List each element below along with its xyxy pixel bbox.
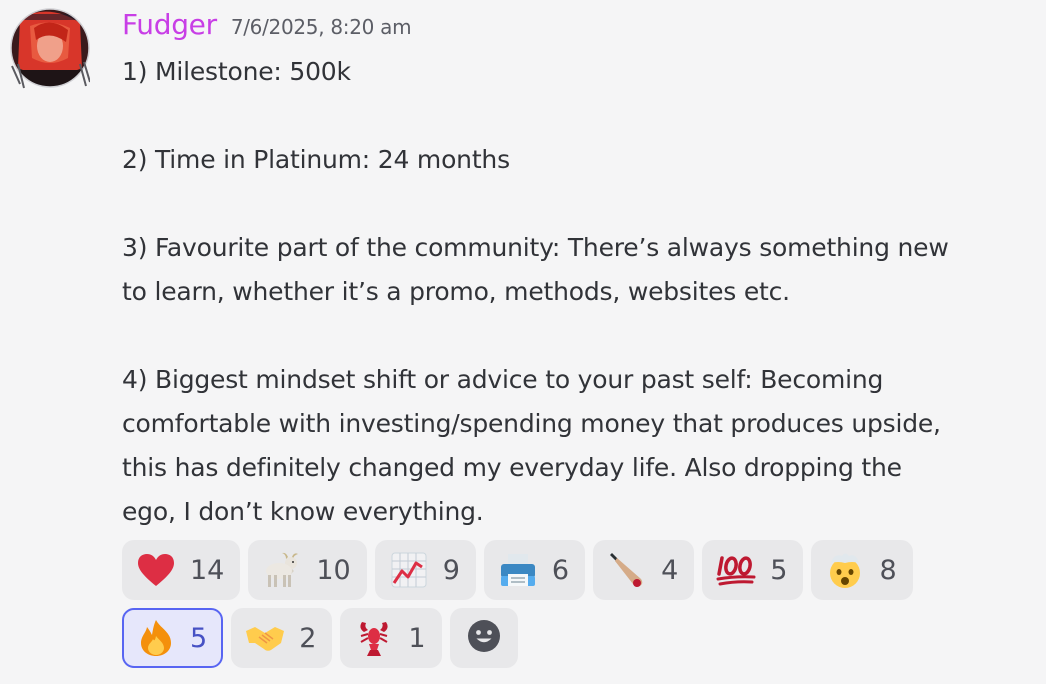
message-line: this has definitely changed my everyday … [122, 453, 902, 482]
reaction-count: 5 [770, 554, 788, 586]
avatar-image [10, 8, 91, 89]
reaction-hundred[interactable]: 5 [702, 540, 804, 600]
add-reaction-button[interactable] [449, 608, 518, 668]
message-line: to learn, whether it’s a promo, methods,… [122, 277, 790, 306]
message-line: ego, I don’t know everything. [122, 497, 484, 526]
message-line: 2) Time in Platinum: 24 months [122, 145, 510, 174]
lobster-icon [354, 618, 394, 658]
red-heart-icon [136, 550, 176, 590]
message-line: 4) Biggest mindset shift or advice to yo… [122, 365, 884, 394]
reaction-printer[interactable]: 6 [483, 540, 586, 600]
message-line: 3) Favourite part of the community: Ther… [122, 233, 949, 262]
reaction-count: 14 [190, 554, 225, 586]
reaction-row: 14 10 9 6 4 5 8 [122, 540, 1022, 600]
hundred-points-icon [716, 550, 756, 590]
reaction-count: 6 [551, 554, 570, 586]
printer-icon [498, 550, 538, 590]
cricket-bat-icon [607, 550, 647, 590]
reaction-bar: 14 10 9 6 4 5 8 5 2 1 [122, 540, 1022, 676]
reaction-count: 10 [316, 554, 351, 586]
reaction-count: 2 [299, 622, 317, 654]
reaction-cricket[interactable]: 4 [593, 540, 695, 600]
message-line: 1) Milestone: 500k [122, 57, 351, 86]
chat-message: Fudger 7/6/2025, 8:20 am 1) Milestone: 5… [0, 0, 1046, 684]
username[interactable]: Fudger [122, 8, 217, 41]
exploding-head-icon [825, 550, 865, 590]
reaction-count: 1 [408, 622, 426, 654]
reaction-row: 5 2 1 [122, 608, 1022, 668]
goat-icon [262, 550, 302, 590]
avatar[interactable] [10, 8, 91, 92]
reaction-count: 9 [442, 554, 460, 586]
message-line: comfortable with investing/spending mone… [122, 409, 941, 438]
add-reaction-smiley-icon [467, 619, 501, 657]
reaction-count: 8 [879, 554, 897, 586]
reaction-exploding-head[interactable]: 8 [811, 540, 913, 600]
message-header: Fudger 7/6/2025, 8:20 am [122, 8, 412, 44]
reaction-handshake[interactable]: 2 [231, 608, 333, 668]
reaction-goat[interactable]: 10 [248, 540, 367, 600]
reaction-count: 4 [661, 554, 679, 586]
reaction-count: 5 [190, 622, 208, 654]
message-content: 1) Milestone: 500k 2) Time in Platinum: … [122, 50, 1032, 534]
reaction-fire[interactable]: 5 [122, 608, 224, 668]
chart-increasing-icon [389, 550, 429, 590]
reaction-heart[interactable]: 14 [122, 540, 241, 600]
fire-icon [136, 618, 176, 658]
timestamp[interactable]: 7/6/2025, 8:20 am [231, 15, 412, 39]
handshake-icon [245, 618, 285, 658]
reaction-chart[interactable]: 9 [374, 540, 476, 600]
reaction-lobster[interactable]: 1 [340, 608, 442, 668]
